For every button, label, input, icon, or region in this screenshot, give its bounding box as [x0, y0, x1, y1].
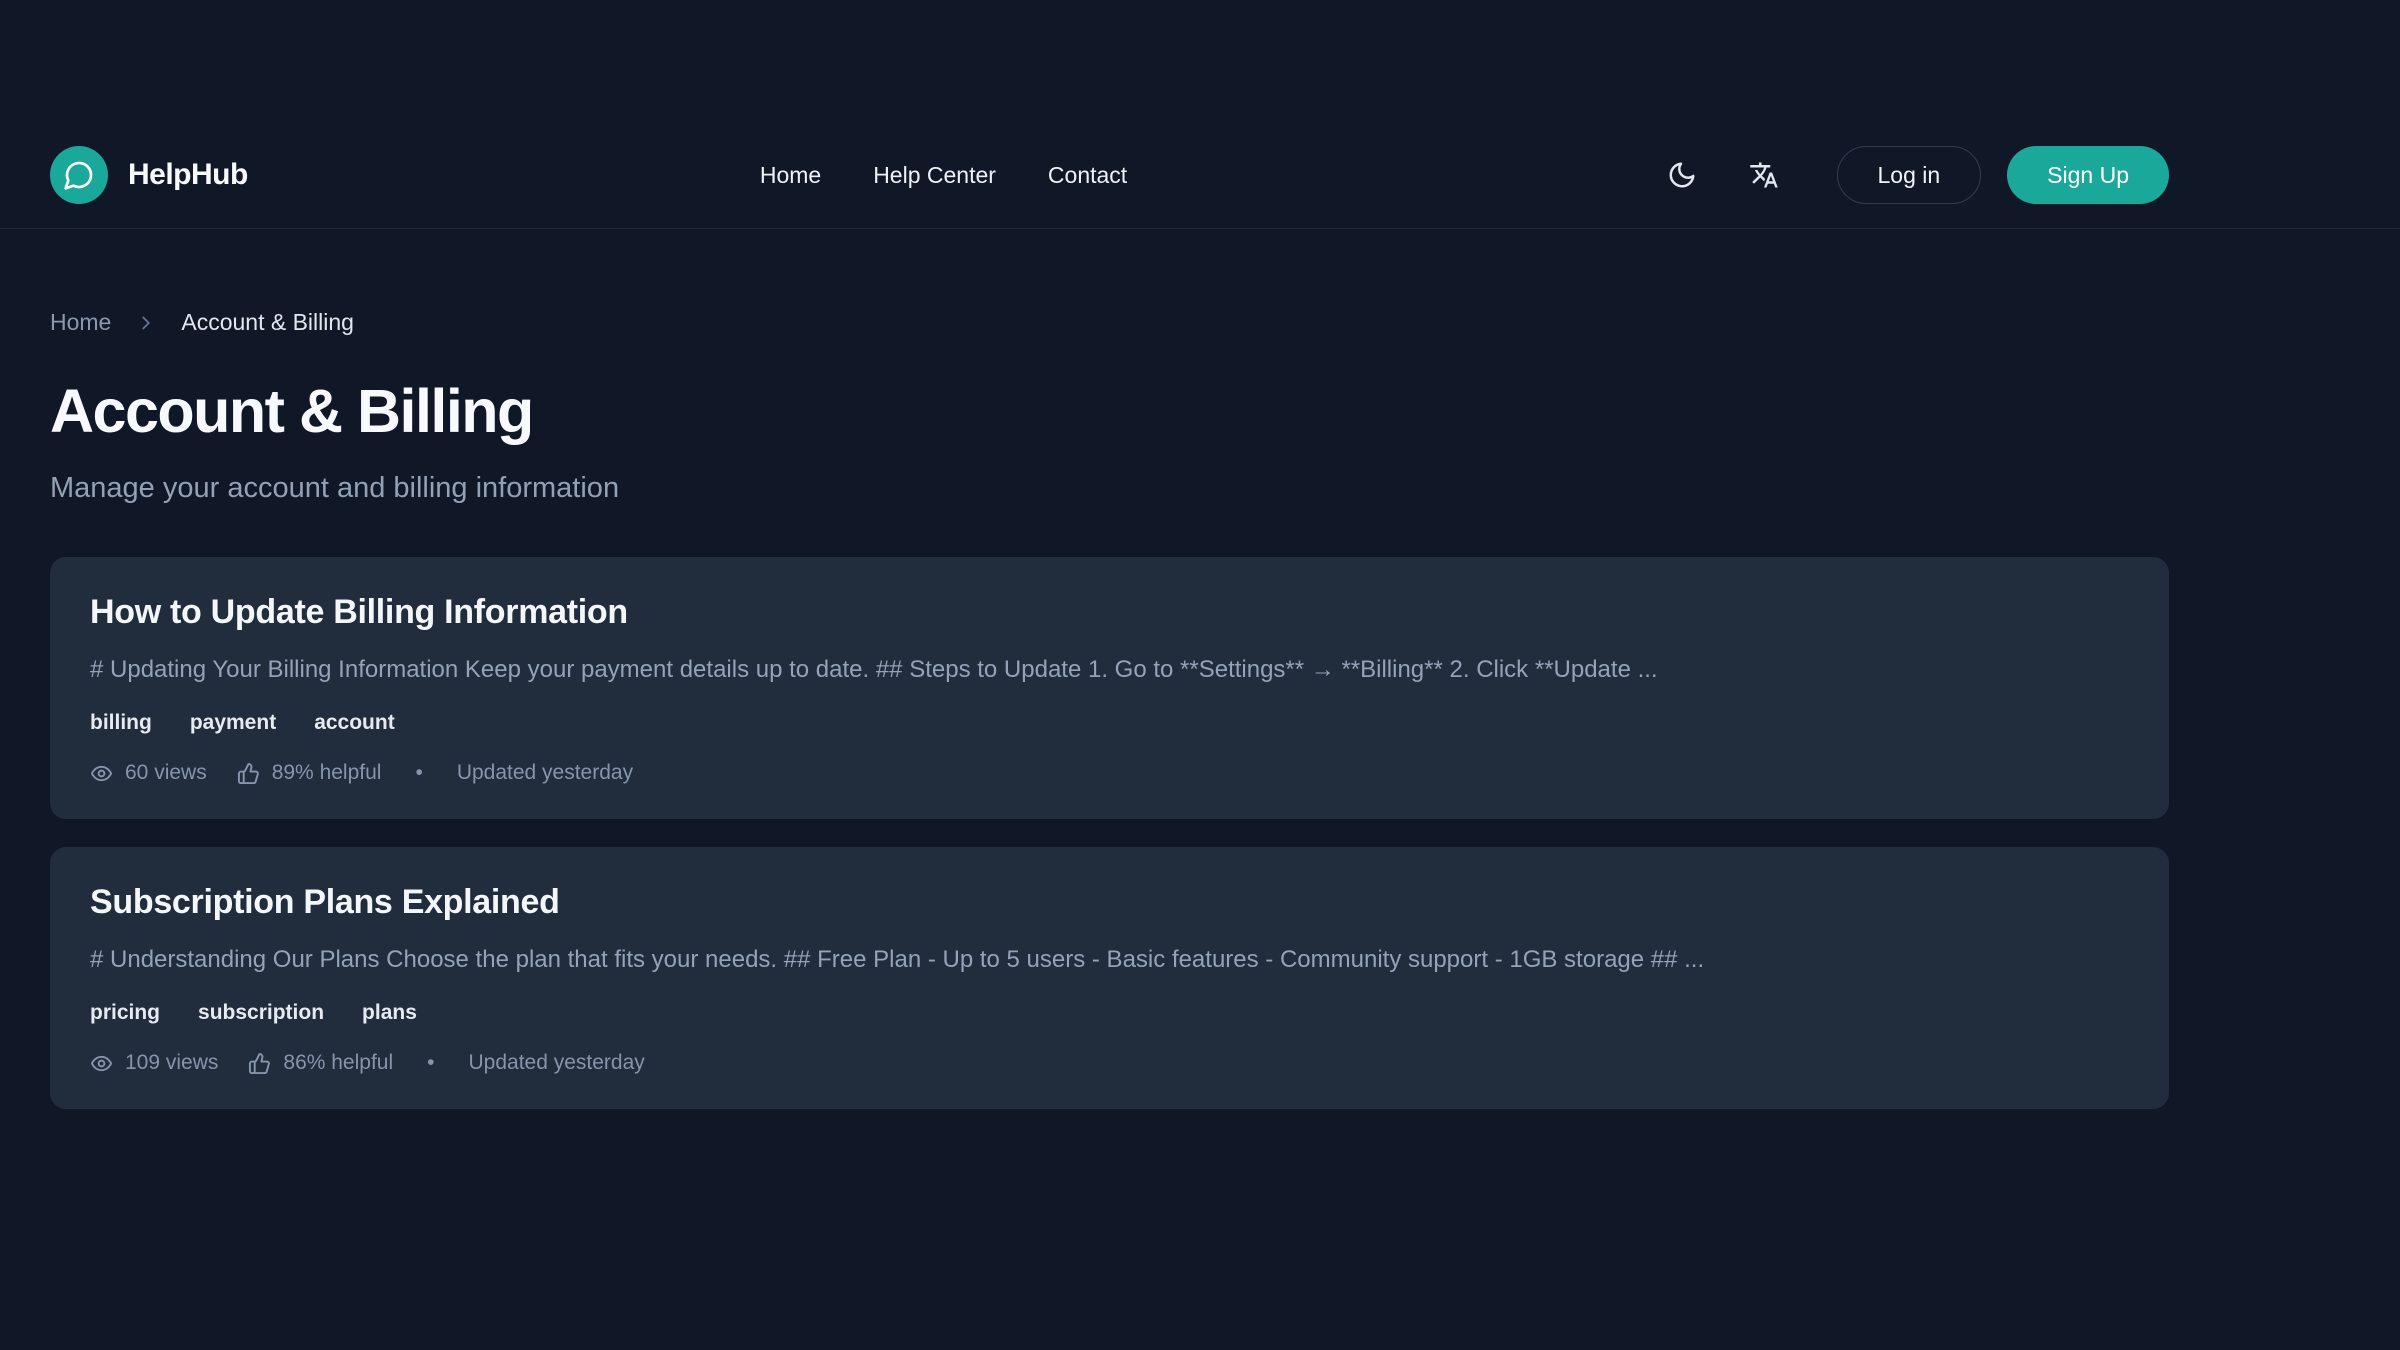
- signup-button[interactable]: Sign Up: [2007, 146, 2169, 204]
- article-title: How to Update Billing Information: [90, 593, 2129, 632]
- moon-icon: [1667, 160, 1697, 190]
- header-actions: Log in Sign Up: [1659, 146, 2170, 204]
- brand-name: HelpHub: [128, 158, 248, 192]
- tag-row: pricing subscription plans: [90, 1001, 2129, 1025]
- main-content: Home Account & Billing Account & Billing…: [50, 309, 2169, 1169]
- page-subtitle: Manage your account and billing informat…: [50, 472, 2169, 505]
- updated-label: Updated yesterday: [469, 1051, 645, 1075]
- helpful-label: 86% helpful: [283, 1051, 393, 1075]
- helpful-label: 89% helpful: [272, 761, 382, 785]
- theme-toggle-button[interactable]: [1659, 152, 1705, 198]
- article-meta: 60 views 89% helpful • Updated yesterday: [90, 761, 2129, 785]
- nav-link-help-center[interactable]: Help Center: [873, 162, 996, 189]
- primary-nav: Home Help Center Contact: [760, 162, 1127, 189]
- helpful-rating: 89% helpful: [237, 761, 382, 785]
- login-button[interactable]: Log in: [1837, 146, 1982, 204]
- tag-payment[interactable]: payment: [190, 711, 276, 735]
- views-label: 109 views: [125, 1051, 218, 1075]
- tag-billing[interactable]: billing: [90, 711, 152, 735]
- article-meta: 109 views 86% helpful • Updated yesterda…: [90, 1051, 2129, 1075]
- nav-link-contact[interactable]: Contact: [1048, 162, 1127, 189]
- top-spacer: [0, 0, 2400, 121]
- tag-pricing[interactable]: pricing: [90, 1001, 160, 1025]
- article-excerpt: # Updating Your Billing Information Keep…: [90, 656, 2129, 684]
- article-title: Subscription Plans Explained: [90, 883, 2129, 922]
- breadcrumb: Home Account & Billing: [50, 309, 2169, 336]
- helpful-rating: 86% helpful: [248, 1051, 393, 1075]
- eye-icon: [90, 1052, 113, 1075]
- message-circle-icon: [63, 159, 95, 191]
- breadcrumb-home-link[interactable]: Home: [50, 309, 111, 336]
- article-card-subscription-plans[interactable]: Subscription Plans Explained # Understan…: [50, 847, 2169, 1109]
- article-card-billing-info[interactable]: How to Update Billing Information # Upda…: [50, 557, 2169, 819]
- tag-account[interactable]: account: [314, 711, 395, 735]
- logo-badge: [50, 146, 108, 204]
- brand-logo-link[interactable]: HelpHub: [50, 146, 248, 204]
- article-excerpt: # Understanding Our Plans Choose the pla…: [90, 946, 2129, 974]
- meta-dot-separator: •: [415, 761, 422, 785]
- eye-icon: [90, 762, 113, 785]
- chevron-right-icon: [135, 312, 157, 334]
- tag-plans[interactable]: plans: [362, 1001, 417, 1025]
- translate-icon: [1749, 160, 1779, 190]
- meta-dot-separator: •: [427, 1051, 434, 1075]
- views-count: 60 views: [90, 761, 207, 785]
- top-navbar: HelpHub Home Help Center Contact Log in …: [0, 121, 2400, 229]
- views-label: 60 views: [125, 761, 207, 785]
- tag-subscription[interactable]: subscription: [198, 1001, 324, 1025]
- breadcrumb-current: Account & Billing: [181, 309, 354, 336]
- language-button[interactable]: [1741, 152, 1787, 198]
- article-list: How to Update Billing Information # Upda…: [50, 557, 2169, 1109]
- nav-link-home[interactable]: Home: [760, 162, 821, 189]
- updated-label: Updated yesterday: [457, 761, 633, 785]
- thumbs-up-icon: [237, 762, 260, 785]
- tag-row: billing payment account: [90, 711, 2129, 735]
- thumbs-up-icon: [248, 1052, 271, 1075]
- views-count: 109 views: [90, 1051, 218, 1075]
- page-title: Account & Billing: [50, 376, 2169, 446]
